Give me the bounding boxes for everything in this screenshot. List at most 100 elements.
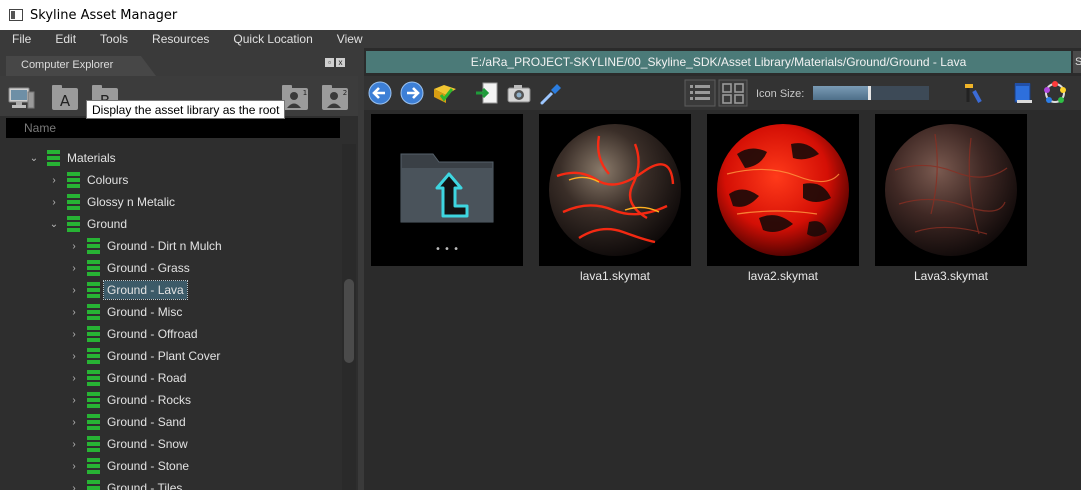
tools-icon[interactable] — [960, 81, 986, 105]
folder-stack-icon — [87, 414, 100, 430]
chevron-right-icon[interactable]: › — [68, 439, 80, 450]
folder-stack-bar — [87, 426, 100, 430]
float-panel-icon[interactable]: ▫ — [325, 58, 334, 67]
folder-stack-bar — [67, 178, 80, 182]
lava2-thumbnail[interactable] — [707, 114, 859, 266]
chevron-right-icon[interactable]: › — [68, 461, 80, 472]
folder-stack-bar — [87, 282, 100, 286]
folder-stack-icon — [87, 326, 100, 342]
tree-item[interactable]: › Ground - Grass — [68, 258, 190, 278]
tree-item-label: Ground - Lava — [103, 280, 188, 300]
user-library-2-label: 2 — [343, 89, 347, 97]
tree-item[interactable]: ⌄ Ground — [48, 214, 127, 234]
tree-item[interactable]: › Ground - Road — [68, 368, 186, 388]
chevron-right-icon[interactable]: › — [48, 175, 60, 186]
menu-quick-location[interactable]: Quick Location — [221, 32, 324, 46]
back-arrow-icon[interactable] — [368, 81, 394, 105]
tree-item-label: Ground - Sand — [107, 415, 186, 429]
user-library-2-icon[interactable]: 2 — [320, 82, 350, 112]
icon-size-slider[interactable] — [813, 86, 929, 100]
icon-size-slider-knob[interactable] — [867, 86, 871, 100]
import-icon[interactable] — [474, 81, 500, 105]
chevron-right-icon[interactable]: › — [68, 285, 80, 296]
favorite-folder-icon[interactable] — [432, 81, 458, 105]
color-palette-icon[interactable] — [1042, 81, 1068, 105]
tab-computer-explorer[interactable]: Computer Explorer — [6, 56, 156, 76]
up-folder-thumbnail[interactable]: • • • — [371, 114, 523, 266]
path-bar[interactable]: E:/aRa_PROJECT-SKYLINE/00_Skyline_SDK/As… — [366, 51, 1071, 73]
tree-item[interactable]: › Colours — [48, 170, 128, 190]
chevron-down-icon[interactable]: ⌄ — [28, 153, 40, 164]
folder-stack-bar — [87, 238, 100, 242]
folder-stack-bar — [87, 332, 100, 336]
tree-item[interactable]: › Ground - Snow — [68, 434, 188, 454]
folder-stack-icon — [87, 304, 100, 320]
asset-tile-lava2[interactable]: lava2.skymat — [707, 114, 859, 283]
book-icon[interactable] — [1010, 81, 1036, 105]
tree-item[interactable]: › Ground - Lava — [68, 280, 188, 300]
chevron-right-icon[interactable]: › — [68, 241, 80, 252]
tree-item-label: Ground - Road — [107, 371, 187, 385]
computer-icon[interactable] — [6, 82, 36, 112]
tree-item-label: Glossy n Metalic — [87, 195, 176, 209]
folder-stack-bar — [87, 448, 100, 452]
tree-scrollbar[interactable] — [342, 144, 356, 490]
chevron-right-icon[interactable]: › — [68, 483, 80, 490]
folder-stack-bar — [67, 222, 80, 226]
menu-tools[interactable]: Tools — [88, 32, 140, 46]
lava1-thumbnail[interactable] — [539, 114, 691, 266]
chevron-right-icon[interactable]: › — [48, 197, 60, 208]
folder-stack-bar — [87, 398, 100, 402]
asset-tile-up-folder[interactable]: • • • — [371, 114, 523, 269]
tree-item-label: Ground - Snow — [107, 437, 188, 451]
tree-item[interactable]: › Ground - Tiles — [68, 478, 182, 490]
tree-scrollbar-thumb[interactable] — [344, 279, 354, 363]
chevron-down-icon[interactable]: ⌄ — [48, 219, 60, 230]
forward-arrow-icon[interactable] — [400, 81, 426, 105]
list-view-icon[interactable] — [684, 79, 716, 107]
folder-stack-bar — [87, 382, 100, 386]
tree-item[interactable]: › Ground - Offroad — [68, 324, 198, 344]
folder-stack-bar — [87, 348, 100, 352]
tree-item[interactable]: › Ground - Plant Cover — [68, 346, 220, 366]
folder-stack-bar — [87, 404, 100, 408]
folder-stack-icon — [47, 150, 60, 166]
camera-icon[interactable] — [506, 81, 532, 105]
menu-resources[interactable]: Resources — [140, 32, 221, 46]
library-a-icon[interactable]: A — [50, 82, 80, 112]
panel-tabstrip: Computer Explorer ▫ x — [0, 48, 361, 76]
grid-view-icon[interactable] — [718, 79, 748, 107]
asset-tile-lava1[interactable]: lava1.skymat — [539, 114, 691, 283]
tree-item[interactable]: › Ground - Rocks — [68, 390, 191, 410]
tree-item[interactable]: ⌄ Materials — [28, 148, 116, 168]
chevron-right-icon[interactable]: › — [68, 307, 80, 318]
close-panel-icon[interactable]: x — [336, 58, 345, 67]
library-a-label: A — [60, 92, 71, 110]
chevron-right-icon[interactable]: › — [68, 351, 80, 362]
folder-stack-bar — [47, 156, 60, 160]
folder-stack-bar — [87, 272, 100, 276]
menu-view[interactable]: View — [325, 32, 375, 46]
folder-stack-bar — [87, 420, 100, 424]
lava3-thumbnail[interactable] — [875, 114, 1027, 266]
eyedropper-icon[interactable] — [538, 81, 564, 105]
tree-item[interactable]: › Ground - Misc — [68, 302, 182, 322]
menu-file[interactable]: File — [0, 32, 43, 46]
tree-item[interactable]: › Ground - Sand — [68, 412, 186, 432]
folder-stack-icon — [87, 370, 100, 386]
tree-item[interactable]: › Glossy n Metalic — [48, 192, 175, 212]
chevron-right-icon[interactable]: › — [68, 329, 80, 340]
folder-stack-bar — [87, 480, 100, 484]
tree-item[interactable]: › Ground - Stone — [68, 456, 189, 476]
chevron-right-icon[interactable]: › — [68, 373, 80, 384]
asset-name: Lava3.skymat — [913, 269, 989, 283]
menu-edit[interactable]: Edit — [43, 32, 88, 46]
tree-item[interactable]: › Ground - Dirt n Mulch — [68, 236, 222, 256]
chevron-right-icon[interactable]: › — [68, 263, 80, 274]
path-bar-overflow: S — [1073, 51, 1081, 73]
chevron-right-icon[interactable]: › — [68, 417, 80, 428]
name-column-header[interactable]: Name — [6, 118, 340, 138]
chevron-right-icon[interactable]: › — [68, 395, 80, 406]
asset-tile-lava3[interactable]: Lava3.skymat — [875, 114, 1027, 283]
folder-stack-bar — [87, 338, 100, 342]
